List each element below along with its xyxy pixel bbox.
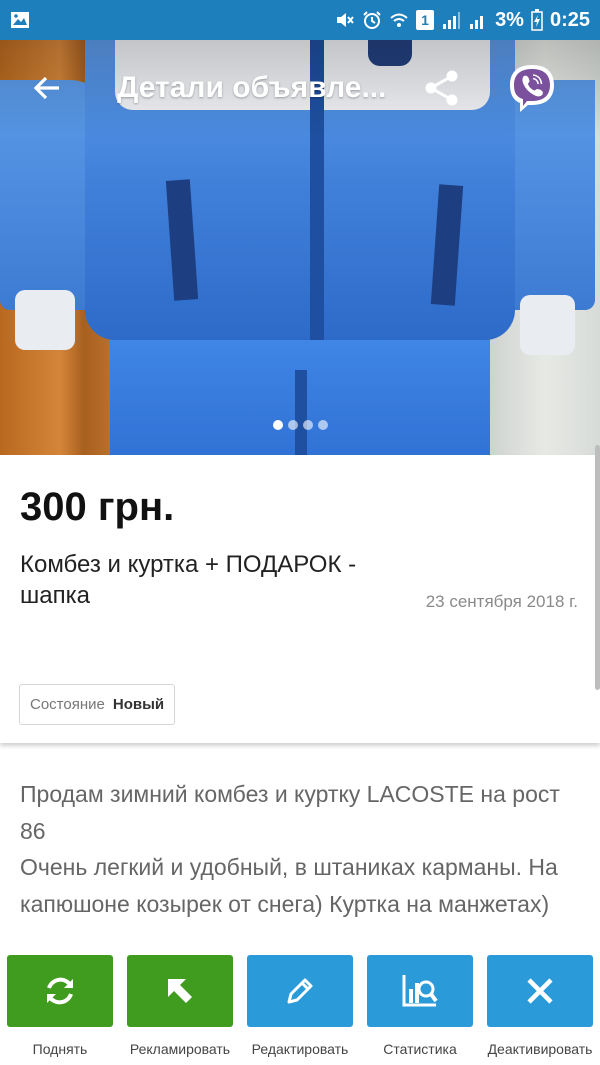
battery-charging-icon	[531, 9, 543, 31]
edit-label: Редактировать	[251, 1041, 349, 1057]
condition-chip: Состояние Новый	[19, 684, 176, 725]
toolbar-title: Детали объявле...	[117, 71, 387, 104]
battery-percentage: 3%	[495, 8, 524, 31]
promote-button[interactable]: Рекламировать	[120, 955, 240, 1065]
statistics-button[interactable]: Статистика	[360, 955, 480, 1065]
condition-label: Состояние	[30, 696, 105, 713]
clock: 0:25	[549, 8, 590, 31]
condition-value: Новый	[112, 696, 165, 713]
listing-date: 23 сентября 2018 г.	[425, 592, 578, 611]
signal-icon	[443, 12, 461, 29]
status-bar: 1 3% 0:25	[0, 0, 600, 40]
alarm-icon	[363, 11, 381, 29]
listing-price: 300 грн.	[20, 485, 175, 529]
viber-button[interactable]	[505, 61, 559, 115]
description-line: Очень легкий и удобный, в штаниках карма…	[20, 854, 558, 917]
sim-icon: 1	[416, 10, 435, 30]
cursor-arrow-icon	[168, 979, 192, 1003]
share-icon	[425, 70, 458, 106]
statistics-label: Статистика	[383, 1041, 457, 1057]
scrollbar[interactable]	[595, 445, 600, 690]
pagination-dot[interactable]	[302, 420, 313, 430]
refresh-icon	[47, 977, 73, 1005]
pencil-icon	[287, 978, 313, 1004]
viber-icon	[510, 65, 554, 112]
pagination-dot[interactable]	[317, 420, 328, 430]
action-bar: Поднять Рекламировать Редактировать Стат…	[0, 955, 600, 1065]
deactivate-button[interactable]: Деактивировать	[480, 955, 600, 1065]
share-button[interactable]	[417, 63, 467, 113]
description-line: Продам зимний комбез и куртку LACOSTE на…	[20, 781, 560, 844]
statistics-icon	[402, 975, 438, 1007]
listing-title: Комбез и куртка + ПОДАРОК - шапка	[20, 551, 357, 609]
wifi-icon	[390, 13, 408, 27]
close-icon	[527, 978, 553, 1004]
mute-icon	[337, 13, 354, 27]
listing-description: Продам зимний комбез и куртку LACOSTE на…	[20, 776, 580, 944]
back-button[interactable]	[22, 63, 72, 113]
back-arrow-icon	[33, 76, 59, 100]
pagination-dot[interactable]	[287, 420, 298, 430]
deactivate-label: Деактивировать	[487, 1041, 593, 1057]
raise-label: Поднять	[32, 1041, 88, 1057]
signal-2-icon	[470, 16, 484, 29]
toolbar: Детали объявле...	[0, 40, 600, 136]
raise-button[interactable]: Поднять	[0, 955, 120, 1065]
listing-details-card: 300 грн. Комбез и куртка + ПОДАРОК - шап…	[0, 455, 600, 743]
gallery-notification-icon	[11, 12, 29, 28]
edit-button[interactable]: Редактировать	[240, 955, 360, 1065]
listing-details-screen: 1 3% 0:25 Детали объявле... 300 грн. Ком…	[0, 0, 600, 1065]
pagination-dot[interactable]	[272, 420, 283, 430]
gallery-pagination	[0, 420, 600, 430]
promote-label: Рекламировать	[129, 1041, 231, 1057]
